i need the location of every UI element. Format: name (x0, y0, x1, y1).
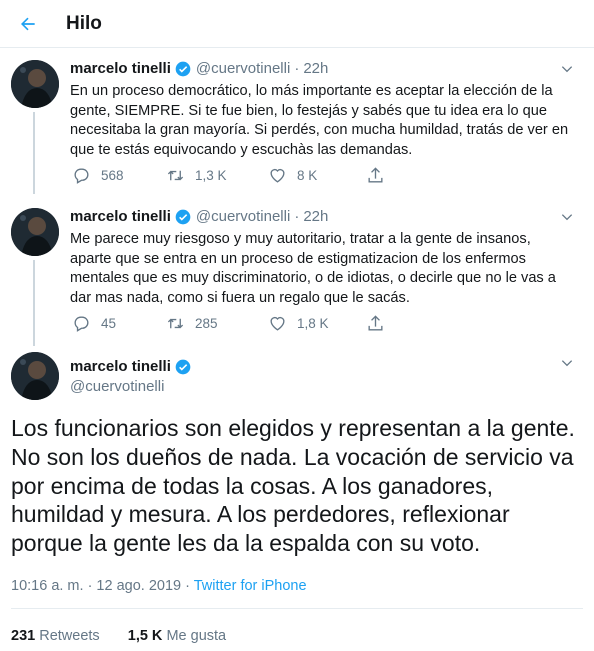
retweet-button[interactable]: 1,3 K (166, 166, 227, 185)
page-title: Hilo (66, 13, 102, 34)
tweet-header: marcelo tinelli @cuervotinelli · 22h (70, 60, 328, 77)
verified-badge-icon (175, 61, 191, 76)
main-tweet: marcelo tinelli @cuervotinelli Los funci… (0, 352, 594, 651)
tweet-time[interactable]: 22h (303, 208, 328, 225)
retweet-total: 231 (11, 628, 36, 644)
share-button[interactable] (366, 166, 385, 185)
tweet-header: marcelo tinelli @cuervotinelli · 22h (70, 208, 328, 225)
reply-icon (74, 316, 89, 332)
tweet-actions: 568 1,3 K 8 K (70, 166, 490, 188)
retweet-count: 1,3 K (195, 168, 227, 183)
separator: · (294, 60, 300, 77)
like-label: Me gusta (166, 628, 227, 644)
author-handle[interactable]: @cuervotinelli (196, 60, 290, 77)
author-name[interactable]: marcelo tinelli (70, 208, 171, 225)
thread-line (33, 260, 35, 346)
reply-button[interactable]: 45 (72, 314, 116, 333)
thread-tweet-2[interactable]: marcelo tinelli @cuervotinelli · 22h Me … (0, 208, 594, 346)
like-icon (270, 169, 285, 183)
tweet-meta: 10:16 a. m. · 12 ago. 2019 · Twitter for… (11, 578, 307, 594)
tweet-timestamp[interactable]: 10:16 a. m. · 12 ago. 2019 · (11, 578, 194, 594)
author-handle[interactable]: @cuervotinelli (70, 378, 164, 395)
author-name[interactable]: marcelo tinelli (70, 358, 171, 375)
divider (11, 608, 583, 609)
chevron-down-icon[interactable] (560, 62, 574, 76)
like-count: 1,8 K (297, 316, 329, 331)
retweet-button[interactable]: 285 (166, 314, 218, 333)
likes-stat[interactable]: 1,5 K Me gusta (128, 628, 226, 644)
tweet-text: En un proceso democrático, lo más import… (70, 83, 569, 158)
back-button[interactable] (14, 10, 42, 38)
main-tweet-text: Los funcionarios son elegidos y represen… (11, 415, 575, 557)
top-bar: Hilo (0, 0, 594, 48)
retweets-stat[interactable]: 231 Retweets (11, 628, 100, 644)
verified-badge-icon (175, 359, 191, 374)
retweet-icon (167, 170, 184, 181)
avatar[interactable] (11, 352, 59, 400)
tweet-source[interactable]: Twitter for iPhone (194, 578, 307, 594)
reply-count: 568 (101, 168, 124, 183)
share-icon (368, 167, 383, 183)
chevron-down-icon[interactable] (560, 356, 574, 370)
chevron-down-icon[interactable] (560, 210, 574, 224)
avatar[interactable] (11, 60, 59, 108)
share-icon (368, 315, 383, 331)
reply-button[interactable]: 568 (72, 166, 124, 185)
tweet-time[interactable]: 22h (303, 60, 328, 77)
author-name-row: marcelo tinelli (70, 358, 191, 375)
author-name[interactable]: marcelo tinelli (70, 60, 171, 77)
retweet-label: Retweets (39, 628, 100, 644)
reply-count: 45 (101, 316, 117, 331)
like-button[interactable]: 1,8 K (268, 314, 329, 333)
retweet-icon (167, 318, 184, 329)
share-button[interactable] (366, 314, 385, 333)
tweet-actions: 45 285 1,8 K (70, 314, 490, 336)
tweet-text: Me parece muy riesgoso y muy autoritario… (70, 231, 556, 306)
like-total: 1,5 K (127, 628, 163, 644)
back-arrow-icon (21, 17, 35, 31)
thread-line (33, 112, 35, 194)
retweet-count: 285 (195, 316, 218, 331)
like-icon (270, 317, 285, 331)
like-count: 8 K (297, 168, 318, 183)
avatar[interactable] (11, 208, 59, 256)
tweet-stats: 231 Retweets 1,5 K Me gusta (11, 628, 226, 644)
reply-icon (74, 168, 89, 184)
thread-tweet-1[interactable]: marcelo tinelli @cuervotinelli · 22h En … (0, 60, 594, 194)
separator: · (294, 208, 300, 225)
author-handle[interactable]: @cuervotinelli (196, 208, 290, 225)
verified-badge-icon (175, 209, 191, 224)
like-button[interactable]: 8 K (268, 166, 317, 185)
